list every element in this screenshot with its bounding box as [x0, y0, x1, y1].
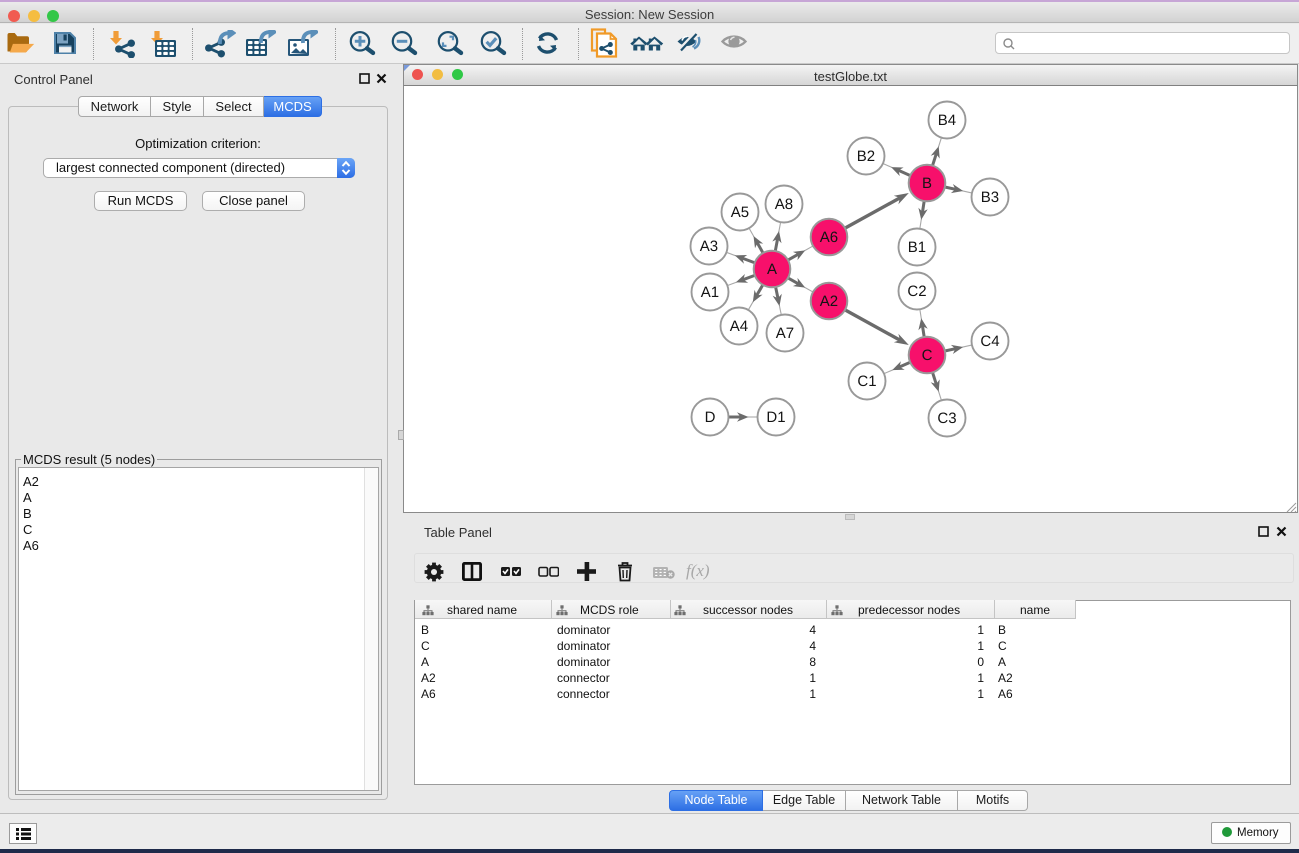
svg-text:D1: D1	[766, 409, 785, 426]
svg-text:D: D	[705, 409, 716, 426]
svg-text:C4: C4	[980, 333, 999, 350]
svg-text:C3: C3	[937, 410, 956, 427]
svg-text:A2: A2	[820, 293, 838, 310]
svg-text:B: B	[922, 175, 932, 192]
svg-text:A1: A1	[701, 284, 719, 301]
svg-text:B2: B2	[857, 148, 875, 165]
svg-text:A6: A6	[820, 229, 838, 246]
svg-text:A7: A7	[776, 325, 794, 342]
svg-text:C2: C2	[907, 283, 926, 300]
svg-text:B1: B1	[908, 239, 926, 256]
svg-text:A4: A4	[730, 318, 748, 335]
svg-text:B3: B3	[981, 189, 999, 206]
svg-text:B4: B4	[938, 112, 956, 129]
svg-text:C1: C1	[857, 373, 876, 390]
svg-text:A3: A3	[700, 238, 718, 255]
svg-text:A: A	[767, 261, 777, 278]
svg-text:A5: A5	[731, 204, 749, 221]
svg-text:C: C	[922, 347, 933, 364]
svg-text:A8: A8	[775, 196, 793, 213]
